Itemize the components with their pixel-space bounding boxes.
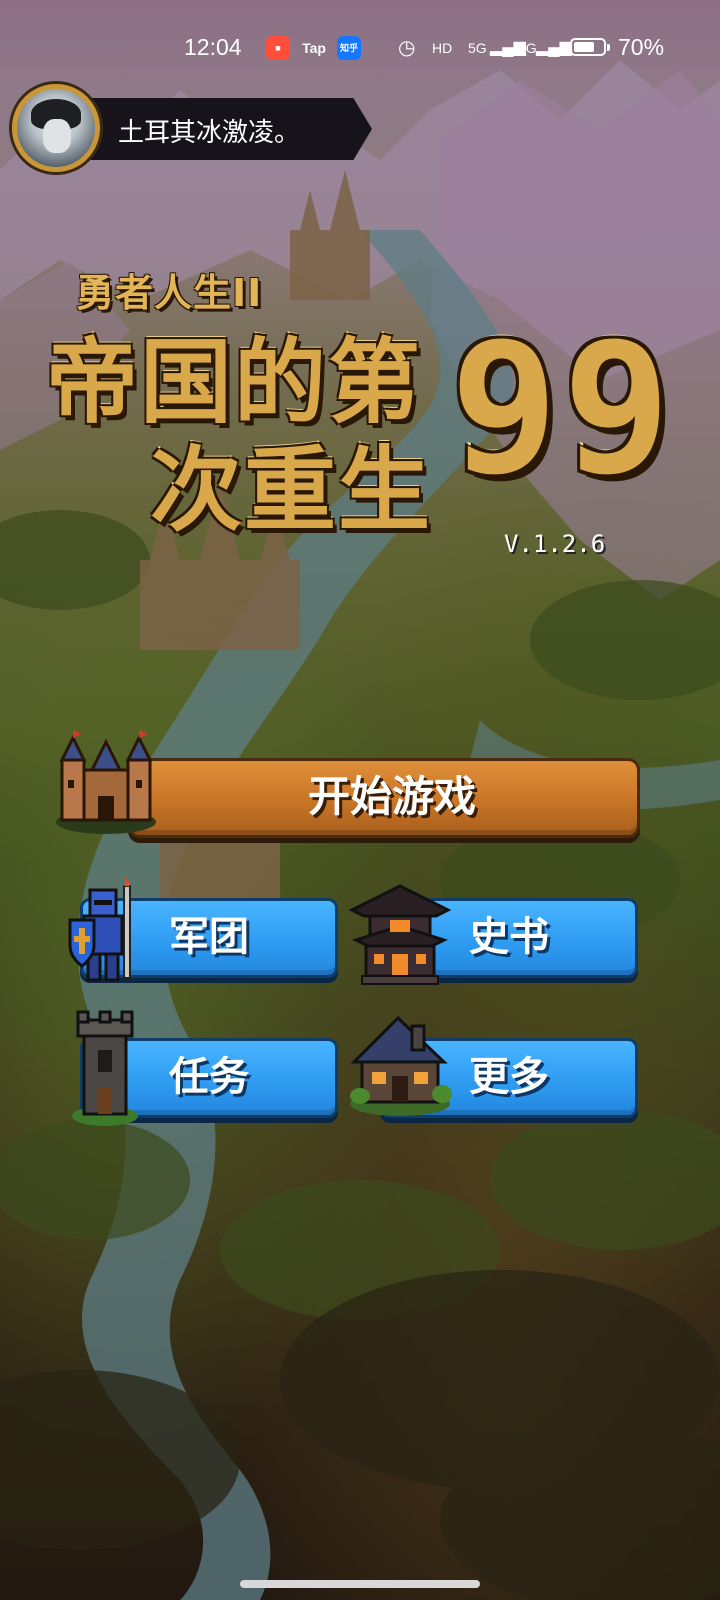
start-game-label: 开始游戏 bbox=[307, 772, 476, 821]
avatar-icon[interactable] bbox=[12, 84, 100, 172]
more-button[interactable]: 更多 bbox=[380, 1038, 638, 1118]
battery-nub bbox=[607, 44, 610, 51]
player-name: 土耳其冰激凌。 bbox=[118, 118, 301, 148]
battery-icon bbox=[570, 38, 610, 56]
history-button[interactable]: 史书 bbox=[380, 898, 638, 978]
network-5g-label: 5G bbox=[468, 40, 487, 56]
avatar-face bbox=[43, 119, 71, 153]
version-label: V.1.2.6 bbox=[504, 530, 606, 558]
battery-percent: 70% bbox=[618, 34, 665, 60]
zhihu-app-icon: 知乎 bbox=[337, 36, 361, 60]
signal-4g-icon: ▂▄▆ bbox=[536, 39, 572, 56]
legion-label: 军团 bbox=[169, 914, 249, 960]
start-game-button[interactable]: 开始游戏 bbox=[128, 758, 640, 838]
legion-button[interactable]: 军团 bbox=[80, 898, 338, 978]
alarm-icon: ◷ bbox=[398, 37, 416, 59]
status-time: 12:04 bbox=[184, 34, 242, 60]
game-title-line2: 次重生 bbox=[150, 437, 433, 544]
game-title-number: 99 bbox=[450, 305, 675, 514]
hd-icon: HD bbox=[432, 40, 453, 56]
status-bar: 12:04 ■ Tap 知乎 ◷ HD 5G ▂▄▆ 4G ▂▄▆ 70% bbox=[0, 0, 720, 96]
quest-label: 任务 bbox=[169, 1054, 249, 1100]
home-indicator[interactable] bbox=[240, 1580, 480, 1588]
more-label: 更多 bbox=[469, 1054, 549, 1100]
player-banner[interactable]: 土耳其冰激凌。 bbox=[12, 84, 372, 172]
history-label: 史书 bbox=[469, 914, 549, 960]
quest-button[interactable]: 任务 bbox=[80, 1038, 338, 1118]
game-center-icon: ■ bbox=[266, 36, 290, 60]
network-4g-label: 4G bbox=[518, 40, 537, 56]
battery-fill bbox=[574, 42, 594, 52]
tap-app-icon: Tap bbox=[302, 40, 326, 56]
